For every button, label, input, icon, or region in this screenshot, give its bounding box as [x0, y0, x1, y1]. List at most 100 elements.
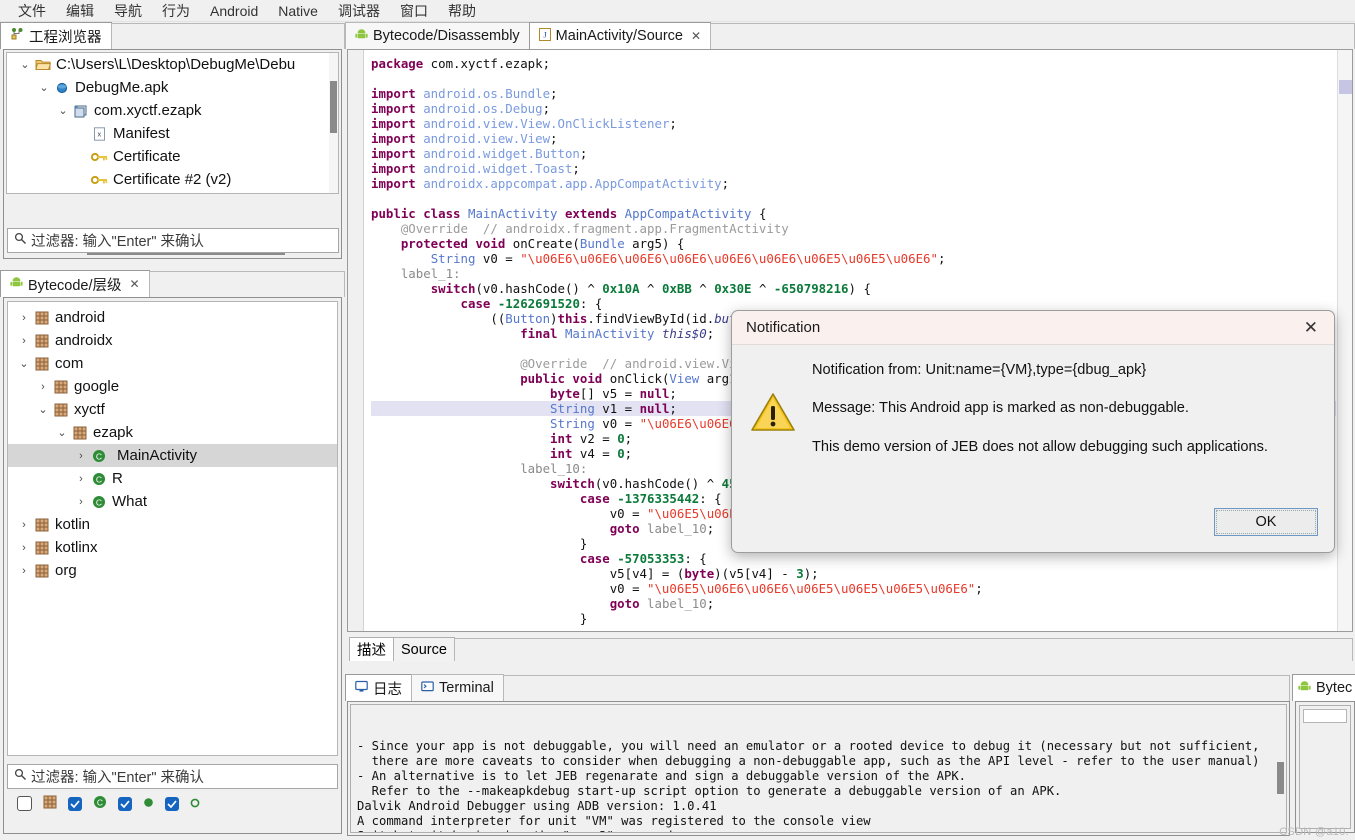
menu-item-native[interactable]: Native	[268, 1, 328, 21]
android-icon	[1298, 680, 1311, 697]
tree-item[interactable]: ⌄ DebugMe.apk	[7, 76, 338, 99]
close-icon[interactable]: ✕	[130, 277, 140, 291]
tree-item[interactable]: › C R	[8, 467, 337, 490]
tree-item[interactable]: ⌄ ezapk	[8, 421, 337, 444]
watermark: CSDN @a10.	[1279, 826, 1349, 838]
project-explorer-panel: ⌄ C:\Users\L\Desktop\DebugMe\Debu ⌄ DebugMe…	[3, 49, 342, 259]
menu-item-help[interactable]: 帮助	[438, 0, 486, 23]
tree-item[interactable]: › google	[8, 375, 337, 398]
menu-item-window[interactable]: 窗口	[390, 0, 438, 23]
chevron-right-icon[interactable]: ›	[73, 473, 89, 485]
empty-checkbox[interactable]	[17, 796, 32, 811]
search-icon	[14, 232, 27, 249]
chevron-right-icon[interactable]: ›	[16, 542, 32, 554]
hierarchy-filter-input[interactable]: 过滤器: 输入"Enter" 来确认	[7, 764, 338, 789]
chevron-right-icon[interactable]: ›	[16, 335, 32, 347]
key-icon	[90, 174, 109, 186]
chevron-right-icon[interactable]: ›	[16, 519, 32, 531]
method-filter-checkbox[interactable]	[165, 796, 179, 811]
tab-log[interactable]: 日志	[345, 674, 412, 701]
tree-item[interactable]: Certificate #2 (v2)	[7, 168, 338, 191]
package-icon	[32, 518, 51, 532]
tree-item[interactable]: Certificate	[7, 145, 338, 168]
tree-item-label: R	[112, 470, 123, 487]
tree-item[interactable]: › kotlinx	[8, 536, 337, 559]
apk-icon	[52, 81, 71, 95]
menu-item-navigate[interactable]: 导航	[104, 0, 152, 23]
scrollbar-thumb[interactable]	[330, 81, 337, 133]
package-icon[interactable]	[43, 795, 57, 812]
close-icon[interactable]: ✕	[691, 29, 701, 43]
menu-item-file[interactable]: 文件	[8, 0, 56, 23]
project-filter-input[interactable]: 过滤器: 输入"Enter" 来确认	[7, 228, 339, 253]
project-tree[interactable]: ⌄ C:\Users\L\Desktop\DebugMe\Debu ⌄ DebugMe…	[6, 52, 339, 194]
package-icon	[51, 403, 70, 417]
tab-terminal[interactable]: Terminal	[411, 674, 504, 701]
scrollbar-thumb[interactable]	[1277, 762, 1284, 794]
right-dock-field[interactable]	[1303, 709, 1347, 723]
chevron-right-icon[interactable]: ›	[73, 496, 89, 508]
chevron-right-icon[interactable]: ›	[35, 381, 51, 393]
console-line: there are more caveats to consider when …	[357, 754, 1260, 768]
menu-item-android[interactable]: Android	[200, 1, 268, 21]
dialog-line-1: Notification from: Unit:name={VM},type={…	[812, 362, 1147, 378]
field-icon[interactable]	[143, 796, 154, 811]
field-filter-checkbox[interactable]	[118, 796, 132, 811]
tree-item[interactable]: › C MainActivity	[8, 444, 337, 467]
method-icon[interactable]	[190, 796, 200, 811]
tab-bytecode-disassembly[interactable]: Bytecode/Disassembly	[345, 22, 530, 49]
subtab-source[interactable]: Source	[393, 637, 455, 661]
ok-button[interactable]: OK	[1214, 508, 1318, 536]
project-tree-vertical-scrollbar[interactable]	[329, 53, 338, 193]
menu-item-debugger[interactable]: 调试器	[328, 0, 390, 23]
code-line: goto label_10;	[609, 596, 715, 611]
tree-item[interactable]: › C What	[8, 490, 337, 513]
tree-item[interactable]: ⌄ com.xyctf.ezapk	[7, 99, 338, 122]
menu-item-edit[interactable]: 编辑	[56, 0, 104, 23]
code-line: switch(v0.hashCode() ^ 0x10A ^ 0xBB ^ 0x…	[430, 281, 871, 296]
chevron-down-icon[interactable]: ⌄	[35, 403, 51, 416]
chevron-right-icon[interactable]: ›	[16, 312, 32, 324]
code-line: case -57053353: {	[579, 551, 707, 566]
chevron-down-icon[interactable]: ⌄	[36, 81, 52, 94]
menu-item-action[interactable]: 行为	[152, 0, 200, 23]
tab-project-explorer-label: 工程浏览器	[29, 29, 102, 46]
code-line: package com.xyctf.ezapk;	[371, 56, 551, 71]
console-output[interactable]: - Since your app is not debuggable, you …	[350, 704, 1287, 833]
folder-icon	[33, 58, 52, 71]
console-vertical-scrollbar[interactable]	[1275, 705, 1286, 832]
chevron-right-icon[interactable]: ›	[16, 565, 32, 577]
tree-item[interactable]: ⌄ xyctf	[8, 398, 337, 421]
editor-vertical-scrollbar[interactable]	[1337, 50, 1352, 631]
package-icon	[32, 334, 51, 348]
tree-item[interactable]: ⌄ com	[8, 352, 337, 375]
chevron-right-icon[interactable]: ›	[73, 450, 89, 462]
tab-right-bytecode[interactable]: Bytec	[1292, 674, 1355, 701]
close-icon[interactable]: ✕	[1300, 318, 1322, 338]
tree-item[interactable]: › kotlin	[8, 513, 337, 536]
class-icon[interactable]: C	[93, 795, 107, 812]
project-tree-icon	[10, 27, 24, 45]
chevron-down-icon[interactable]: ⌄	[54, 426, 70, 439]
tree-item[interactable]: x Manifest	[7, 122, 338, 145]
tab-mainactivity-source[interactable]: J MainActivity/Source ✕	[528, 22, 712, 49]
package-icon	[51, 380, 70, 394]
tree-item[interactable]: › android	[8, 306, 337, 329]
class-filter-checkbox[interactable]	[68, 796, 82, 811]
subtab-description[interactable]: 描述	[349, 637, 394, 661]
tree-item[interactable]: ⌄ C:\Users\L\Desktop\DebugMe\Debu	[7, 53, 338, 76]
code-line: import android.view.View;	[371, 131, 558, 146]
tree-item[interactable]: › org	[8, 559, 337, 582]
chevron-down-icon[interactable]: ⌄	[55, 104, 71, 117]
code-line: v0 = "\u06E5\u06E6\u06E6\u06E5\u06E5\u06…	[371, 581, 983, 596]
chevron-down-icon[interactable]: ⌄	[17, 58, 33, 71]
tab-bytecode-disassembly-label: Bytecode/Disassembly	[373, 28, 520, 44]
tab-bytecode-hierarchy[interactable]: Bytecode/层级 ✕	[0, 270, 150, 297]
hierarchy-tree[interactable]: › android › androidx ⌄ com › google ⌄ xyctf ⌄ ezapk…	[7, 301, 338, 756]
notification-dialog[interactable]: Notification ✕ Notification from: Unit:n…	[731, 310, 1335, 553]
tree-item[interactable]: › androidx	[8, 329, 337, 352]
tab-project-explorer[interactable]: 工程浏览器	[0, 22, 112, 49]
chevron-down-icon[interactable]: ⌄	[16, 357, 32, 370]
code-line: String v0 = "\u06E6\u06E6\u06E6\u06E6\u0…	[430, 251, 946, 266]
code-line: }	[371, 611, 588, 626]
